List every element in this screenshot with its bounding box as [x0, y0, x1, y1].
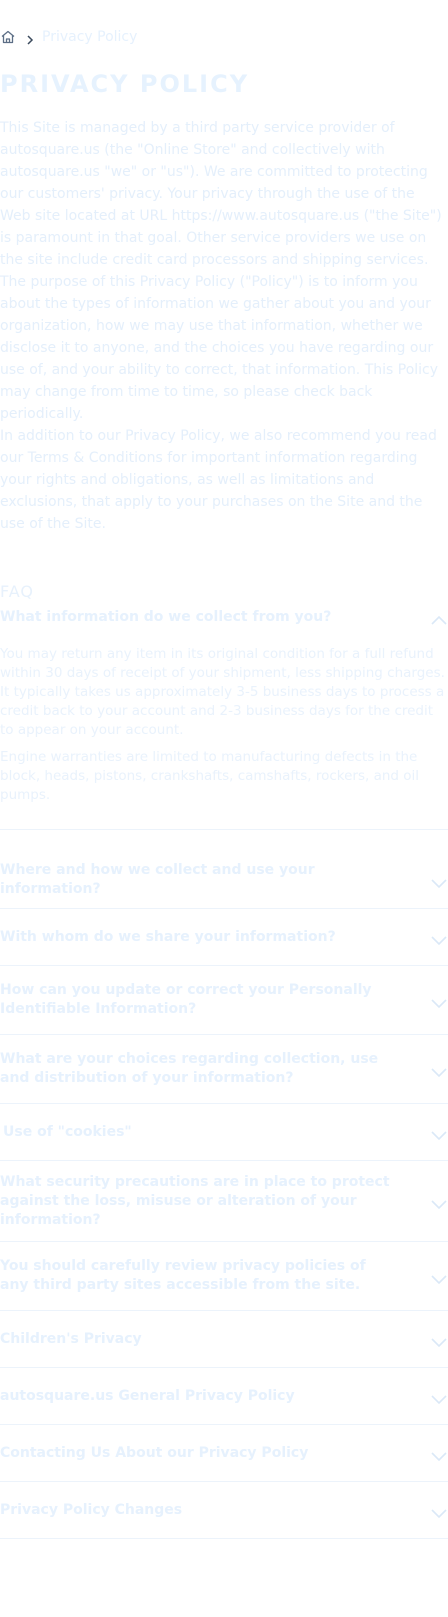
- faq-question: You should carefully review privacy poli…: [0, 1258, 366, 1293]
- faq-question-toggle[interactable]: What information do we collect from you?: [0, 605, 448, 629]
- faq-item: Where and how we collect and use your in…: [0, 852, 448, 909]
- faq-heading: FAQ: [0, 582, 34, 601]
- chevron-down-icon[interactable]: [430, 1195, 448, 1210]
- faq-question: What information do we collect from you?: [0, 608, 332, 625]
- faq-question: What are your choices regarding collecti…: [0, 1051, 379, 1086]
- chevron-down-icon[interactable]: [430, 1390, 448, 1405]
- faq-question: autosquare.us General Privacy Policy: [0, 1387, 295, 1404]
- faq-question-toggle[interactable]: autosquare.us General Privacy Policy: [0, 1368, 448, 1424]
- faq-answer-paragraph: Engine warranties are limited to manufac…: [0, 749, 420, 803]
- home-icon[interactable]: [0, 29, 16, 45]
- chevron-down-icon[interactable]: [430, 1504, 448, 1519]
- faq-item: What security precautions are in place t…: [0, 1161, 448, 1242]
- faq-question: How can you update or correct your Perso…: [0, 982, 372, 1017]
- faq-question: Contacting Us About our Privacy Policy: [0, 1444, 309, 1461]
- intro-paragraph: The purpose of this Privacy Policy ("Pol…: [0, 274, 439, 422]
- faq-question-toggle[interactable]: You should carefully review privacy poli…: [0, 1242, 448, 1310]
- chevron-down-icon[interactable]: [430, 1126, 448, 1141]
- faq-question: Children's Privacy: [0, 1330, 142, 1347]
- faq-question-toggle[interactable]: What are your choices regarding collecti…: [0, 1035, 448, 1103]
- faq-question-toggle[interactable]: Privacy Policy Changes: [0, 1482, 448, 1538]
- faq-question-toggle[interactable]: Children's Privacy: [0, 1311, 448, 1367]
- faq-answer: You may return any item in its original …: [0, 629, 448, 829]
- faq-question-toggle[interactable]: Use of "cookies": [0, 1104, 448, 1160]
- chevron-down-icon[interactable]: [430, 1447, 448, 1462]
- chevron-down-icon[interactable]: [430, 931, 448, 946]
- faq-question-toggle[interactable]: What security precautions are in place t…: [0, 1161, 448, 1241]
- faq-question: Privacy Policy Changes: [0, 1501, 183, 1518]
- faq-question-toggle[interactable]: How can you update or correct your Perso…: [0, 966, 448, 1034]
- faq-question: With whom do we share your information?: [0, 928, 336, 945]
- intro-paragraph: In addition to our Privacy Policy, we al…: [0, 428, 437, 532]
- chevron-down-icon[interactable]: [430, 1270, 448, 1285]
- privacy-page: Privacy Policy PRIVACY POLICY This Site …: [0, 0, 448, 1617]
- faq-item: How can you update or correct your Perso…: [0, 966, 448, 1035]
- faq-item: What are your choices regarding collecti…: [0, 1035, 448, 1104]
- chevron-down-icon[interactable]: [430, 874, 448, 889]
- faq-item: Children's Privacy: [0, 1311, 448, 1368]
- chevron-down-icon[interactable]: [430, 1333, 448, 1348]
- faq-list: What information do we collect from you?…: [0, 605, 448, 1539]
- faq-item: You should carefully review privacy poli…: [0, 1242, 448, 1311]
- faq-question-toggle[interactable]: Where and how we collect and use your in…: [0, 852, 448, 908]
- chevron-up-icon[interactable]: [430, 611, 448, 625]
- faq-item: With whom do we share your information?: [0, 909, 448, 966]
- faq-question: Use of "cookies": [3, 1123, 132, 1140]
- intro-text: This Site is managed by a third party se…: [0, 117, 448, 535]
- faq-item: Use of "cookies": [0, 1104, 448, 1161]
- faq-question: What security precautions are in place t…: [0, 1173, 390, 1228]
- intro-paragraph: This Site is managed by a third party se…: [0, 120, 442, 268]
- breadcrumb: Privacy Policy: [0, 27, 137, 47]
- faq-question: Where and how we collect and use your in…: [0, 862, 315, 897]
- faq-question-toggle[interactable]: With whom do we share your information?: [0, 909, 448, 965]
- faq-question-toggle[interactable]: Contacting Us About our Privacy Policy: [0, 1425, 448, 1481]
- faq-item: Contacting Us About our Privacy Policy: [0, 1425, 448, 1482]
- faq-answer-paragraph: You may return any item in its original …: [0, 646, 445, 738]
- page-title: PRIVACY POLICY: [0, 70, 250, 98]
- chevron-right-icon: [24, 31, 36, 45]
- chevron-down-icon[interactable]: [430, 994, 448, 1009]
- faq-item: autosquare.us General Privacy Policy: [0, 1368, 448, 1425]
- faq-item: Privacy Policy Changes: [0, 1482, 448, 1539]
- chevron-down-icon[interactable]: [430, 1063, 448, 1078]
- breadcrumb-current: Privacy Policy: [42, 29, 138, 45]
- faq-item: What information do we collect from you?…: [0, 605, 448, 830]
